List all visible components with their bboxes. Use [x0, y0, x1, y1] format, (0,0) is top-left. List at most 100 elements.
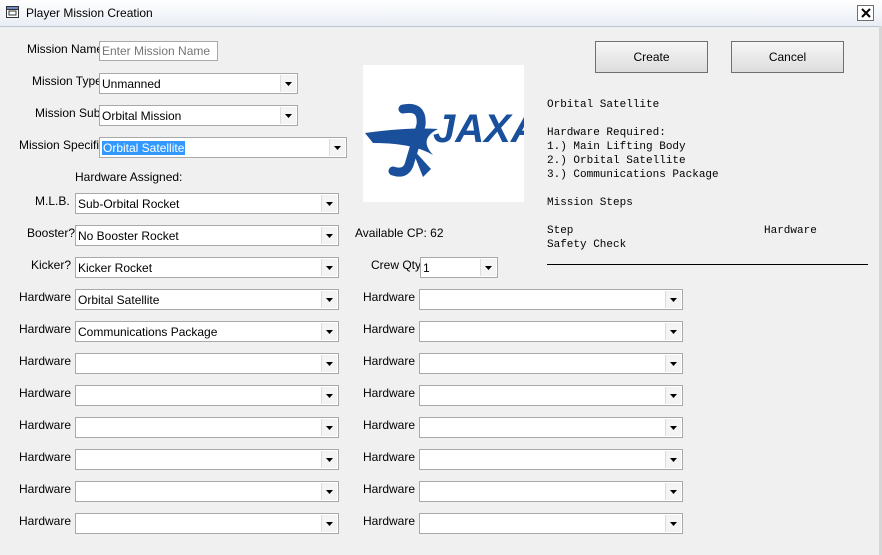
chevron-down-icon — [326, 458, 333, 462]
hardware-right-dropdown[interactable] — [419, 289, 683, 310]
mission-sub-dropdown[interactable]: Orbital Mission — [99, 105, 298, 126]
dropdown-button[interactable] — [321, 195, 337, 212]
kicker-value: Kicker Rocket — [78, 261, 153, 275]
dropdown-button[interactable] — [321, 451, 337, 468]
chevron-down-icon — [326, 522, 333, 526]
booster-dropdown[interactable]: No Booster Rocket — [75, 225, 339, 246]
hardware-value: Communications Package — [78, 325, 218, 339]
hardware-required-item: 2.) Orbital Satellite — [547, 155, 686, 167]
hardware-right-dropdown[interactable] — [419, 321, 683, 342]
hardware-right-dropdown[interactable] — [419, 513, 683, 534]
mission-type-label: Mission Type: — [32, 74, 106, 88]
window-title: Player Mission Creation — [26, 6, 153, 20]
hardware-label: Hardware — [363, 290, 416, 304]
mission-name-label: Mission Name: — [27, 42, 107, 56]
chevron-down-icon — [326, 266, 333, 270]
chevron-down-icon — [326, 298, 333, 302]
chevron-down-icon — [670, 330, 677, 334]
hardware-label: Hardware — [363, 418, 416, 432]
chevron-down-icon — [326, 330, 333, 334]
chevron-down-icon — [326, 490, 333, 494]
mission-step-item: Safety Check — [547, 239, 627, 251]
chevron-down-icon — [670, 522, 677, 526]
dropdown-button[interactable] — [321, 227, 337, 244]
chevron-down-icon — [670, 394, 677, 398]
chevron-down-icon — [285, 82, 292, 86]
crew-qty-dropdown[interactable]: 1 — [420, 257, 498, 278]
mlb-label: M.L.B. — [35, 194, 70, 208]
mission-type-value: Unmanned — [102, 77, 161, 91]
hardware-required-item: 1.) Main Lifting Body — [547, 141, 686, 153]
title-bar[interactable]: Player Mission Creation — [0, 0, 882, 27]
kicker-dropdown[interactable]: Kicker Rocket — [75, 257, 339, 278]
chevron-down-icon — [326, 234, 333, 238]
hardware-label: Hardware — [19, 386, 72, 400]
hardware-right-dropdown[interactable] — [419, 449, 683, 470]
dropdown-button[interactable] — [280, 107, 296, 124]
hardware-label: Hardware — [19, 514, 72, 528]
cancel-button[interactable]: Cancel — [731, 41, 844, 73]
hardware-label: Hardware — [19, 482, 72, 496]
hardware-label: Hardware — [363, 354, 416, 368]
dropdown-button[interactable] — [665, 483, 681, 500]
dropdown-button[interactable] — [665, 323, 681, 340]
mission-specific-dropdown[interactable]: Orbital Satellite — [99, 137, 347, 158]
jaxa-logo-image: JAXA — [365, 103, 540, 177]
chevron-down-icon — [285, 114, 292, 118]
dropdown-button[interactable] — [665, 419, 681, 436]
hardware-assigned-label: Hardware Assigned: — [75, 170, 183, 184]
hardware-left-dropdown[interactable] — [75, 353, 339, 374]
dropdown-button[interactable] — [321, 291, 337, 308]
chevron-down-icon — [670, 490, 677, 494]
dropdown-button[interactable] — [280, 75, 296, 92]
hardware-left-dropdown[interactable] — [75, 449, 339, 470]
dropdown-button[interactable] — [321, 515, 337, 532]
hardware-right-dropdown[interactable] — [419, 385, 683, 406]
chevron-down-icon — [670, 426, 677, 430]
hardware-left-dropdown[interactable]: Communications Package — [75, 321, 339, 342]
hardware-label: Hardware — [363, 514, 416, 528]
hardware-left-dropdown[interactable] — [75, 417, 339, 438]
dropdown-button[interactable] — [321, 259, 337, 276]
mission-specific-value: Orbital Satellite — [102, 141, 186, 155]
dropdown-button[interactable] — [480, 259, 496, 276]
dropdown-button[interactable] — [665, 387, 681, 404]
dropdown-button[interactable] — [321, 355, 337, 372]
hardware-left-dropdown[interactable]: Orbital Satellite — [75, 289, 339, 310]
hardware-right-dropdown[interactable] — [419, 353, 683, 374]
chevron-down-icon — [334, 146, 341, 150]
dropdown-button[interactable] — [329, 139, 345, 156]
mission-name-field[interactable] — [99, 41, 218, 61]
mission-name-input[interactable] — [100, 42, 217, 60]
divider — [547, 264, 868, 265]
chevron-down-icon — [326, 394, 333, 398]
hardware-label: Hardware — [19, 322, 72, 336]
mission-sub-label: Mission Sub: — [35, 106, 104, 120]
dropdown-button[interactable] — [321, 483, 337, 500]
dropdown-button[interactable] — [665, 355, 681, 372]
create-button[interactable]: Create — [595, 41, 708, 73]
hardware-label: Hardware — [363, 482, 416, 496]
dropdown-button[interactable] — [665, 451, 681, 468]
hardware-right-dropdown[interactable] — [419, 481, 683, 502]
hardware-label: Hardware — [363, 386, 416, 400]
hardware-right-dropdown[interactable] — [419, 417, 683, 438]
dropdown-button[interactable] — [665, 291, 681, 308]
close-button[interactable] — [857, 5, 874, 21]
hardware-left-dropdown[interactable] — [75, 481, 339, 502]
mission-type-dropdown[interactable]: Unmanned — [99, 73, 298, 94]
dropdown-button[interactable] — [321, 387, 337, 404]
chevron-down-icon — [326, 202, 333, 206]
dropdown-button[interactable] — [321, 419, 337, 436]
window-icon — [6, 6, 19, 18]
mlb-value: Sub-Orbital Rocket — [78, 197, 180, 211]
mlb-dropdown[interactable]: Sub-Orbital Rocket — [75, 193, 339, 214]
close-icon — [861, 8, 871, 18]
mission-title-text: Orbital Satellite — [547, 99, 660, 111]
hardware-left-dropdown[interactable] — [75, 385, 339, 406]
hardware-label: Hardware — [363, 450, 416, 464]
hardware-left-dropdown[interactable] — [75, 513, 339, 534]
dropdown-button[interactable] — [321, 323, 337, 340]
available-cp-text: Available CP: 62 — [355, 226, 444, 240]
dropdown-button[interactable] — [665, 515, 681, 532]
